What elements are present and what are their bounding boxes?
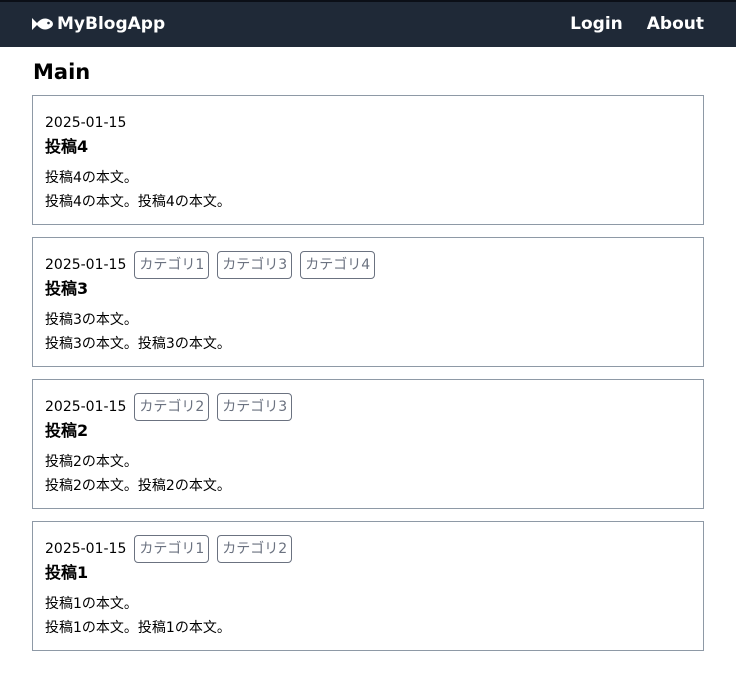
post-body-line: 投稿2の本文。 (45, 454, 138, 470)
navbar: MyBlogApp Login About (0, 0, 736, 47)
post-body: 投稿3の本文。 投稿3の本文。投稿3の本文。 (45, 308, 231, 356)
post-body-line: 投稿1の本文。 (45, 596, 138, 612)
post-body: 投稿4の本文。 投稿4の本文。投稿4の本文。 (45, 166, 231, 214)
post-card: 2025-01-15 カテゴリ1 カテゴリ2 投稿1 投稿1の本文。 投稿1の本… (32, 521, 704, 651)
category-tag[interactable]: カテゴリ3 (217, 393, 293, 421)
category-tag[interactable]: カテゴリ2 (217, 535, 293, 563)
post-body: 投稿2の本文。 投稿2の本文。投稿2の本文。 (45, 450, 231, 498)
category-tag[interactable]: カテゴリ1 (134, 251, 210, 279)
post-body-line: 投稿2の本文。投稿2の本文。 (45, 478, 231, 494)
post-title[interactable]: 投稿1 (45, 562, 88, 584)
post-title[interactable]: 投稿2 (45, 420, 88, 442)
brand-name: MyBlogApp (57, 14, 166, 34)
post-card: 2025-01-15 カテゴリ1 カテゴリ3 カテゴリ4 投稿3 投稿3の本文。… (32, 237, 704, 367)
post-date: 2025-01-15 (45, 257, 127, 273)
category-tag[interactable]: カテゴリ4 (300, 251, 376, 279)
post-body-line: 投稿3の本文。 (45, 312, 138, 328)
about-link[interactable]: About (647, 14, 704, 34)
post-body-line: 投稿4の本文。 (45, 170, 138, 186)
category-tag[interactable]: カテゴリ1 (134, 535, 210, 563)
nav-links: Login About (546, 14, 704, 34)
brand-link[interactable]: MyBlogApp (32, 14, 165, 34)
post-meta: 2025-01-15 (45, 109, 130, 137)
post-meta: 2025-01-15 カテゴリ1 カテゴリ3 カテゴリ4 (45, 251, 379, 279)
post-body-line: 投稿4の本文。投稿4の本文。 (45, 194, 231, 210)
post-title[interactable]: 投稿3 (45, 278, 88, 300)
post-date: 2025-01-15 (45, 399, 127, 415)
fish-icon (32, 18, 53, 30)
login-link[interactable]: Login (570, 14, 623, 34)
post-card: 2025-01-15 カテゴリ2 カテゴリ3 投稿2 投稿2の本文。 投稿2の本… (32, 379, 704, 509)
post-meta: 2025-01-15 カテゴリ2 カテゴリ3 (45, 393, 296, 421)
category-tag[interactable]: カテゴリ2 (134, 393, 210, 421)
post-card: 2025-01-15 投稿4 投稿4の本文。 投稿4の本文。投稿4の本文。 (32, 95, 704, 225)
post-body-line: 投稿1の本文。投稿1の本文。 (45, 620, 231, 636)
page-title: Main (33, 60, 91, 84)
post-date: 2025-01-15 (45, 115, 127, 131)
post-body: 投稿1の本文。 投稿1の本文。投稿1の本文。 (45, 592, 231, 640)
post-body-line: 投稿3の本文。投稿3の本文。 (45, 336, 231, 352)
post-title[interactable]: 投稿4 (45, 136, 88, 158)
category-tag[interactable]: カテゴリ3 (217, 251, 293, 279)
post-date: 2025-01-15 (45, 541, 127, 557)
post-meta: 2025-01-15 カテゴリ1 カテゴリ2 (45, 535, 296, 563)
post-list: 2025-01-15 投稿4 投稿4の本文。 投稿4の本文。投稿4の本文。 20… (32, 95, 704, 663)
